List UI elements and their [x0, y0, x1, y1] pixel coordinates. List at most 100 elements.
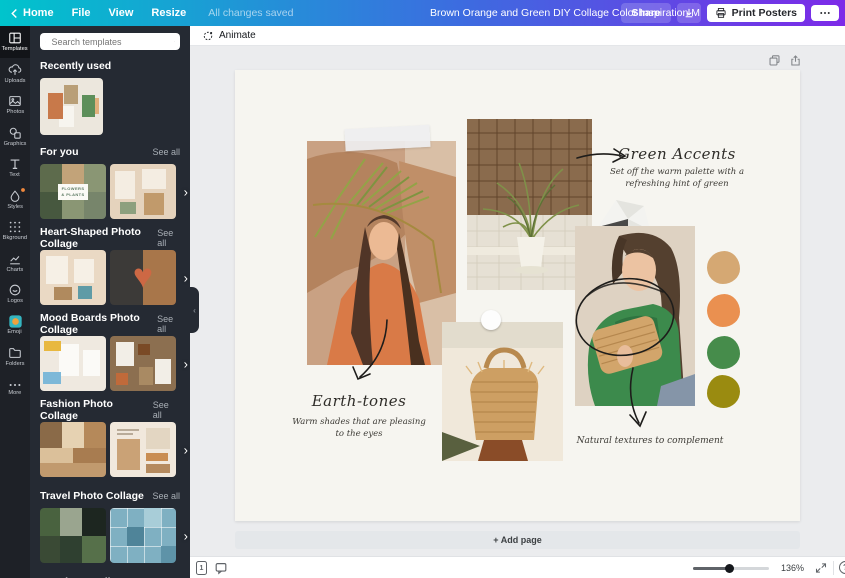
text-earth-tones-subtitle[interactable]: Warm shades that are pleasing to the eye…: [289, 416, 429, 441]
chevron-right-icon[interactable]: ›: [184, 184, 188, 199]
section-mood-boards: Mood Boards Photo Collage See all ›: [30, 318, 190, 391]
sidebar-item-templates[interactable]: Templates: [0, 26, 30, 58]
save-status: All changes saved: [208, 7, 293, 19]
panel-collapse-tab[interactable]: ‹: [190, 287, 199, 333]
see-all-link[interactable]: See all: [153, 400, 180, 420]
filter-icon[interactable]: [174, 36, 175, 47]
download-icon: [683, 7, 695, 19]
tape-sticker[interactable]: [344, 125, 430, 151]
section-title: Heart-Shaped Photo Collage: [40, 226, 157, 250]
design-canvas[interactable]: Green Accents Set off the warm palette w…: [235, 70, 800, 521]
animate-icon: [202, 30, 214, 42]
sidebar-item-photos[interactable]: Photos: [0, 89, 30, 121]
heart-icon: ♥: [133, 259, 153, 293]
sidebar-item-uploads[interactable]: Uploads: [0, 58, 30, 90]
sidebar-item-graphics[interactable]: Graphics: [0, 121, 30, 153]
file-menu[interactable]: File: [72, 7, 91, 19]
template-thumbnail[interactable]: [110, 508, 176, 563]
upload-cloud-icon: [8, 63, 22, 77]
template-thumbnail[interactable]: [110, 422, 176, 477]
back-chevron-icon: [10, 8, 19, 19]
view-menu[interactable]: View: [109, 7, 134, 19]
search-box[interactable]: [40, 33, 180, 50]
text-natural-textures[interactable]: Natural textures to complement: [560, 435, 740, 448]
page-indicator[interactable]: 1: [196, 561, 207, 575]
template-thumbnail[interactable]: [40, 336, 106, 391]
sidebar-item-emoji[interactable]: Emoji: [0, 310, 30, 342]
palette-dot-green[interactable]: [707, 336, 740, 369]
sidebar-item-charts[interactable]: Charts: [0, 247, 30, 279]
palette-dot-orange[interactable]: [707, 294, 740, 327]
help-button[interactable]: ?: [839, 561, 845, 574]
sidebar-item-label: Charts: [7, 267, 24, 273]
palette-dot-tan[interactable]: [707, 251, 740, 284]
template-thumbnail[interactable]: ♥: [110, 250, 176, 305]
sidebar-item-label: More: [8, 390, 21, 396]
home-button[interactable]: Home: [10, 7, 54, 19]
section-travel: Travel Photo Collage See all ›: [30, 490, 190, 563]
notification-dot: [21, 188, 25, 192]
text-green-accents-subtitle[interactable]: Set off the warm palette with a refreshi…: [602, 166, 752, 191]
sidebar-item-styles[interactable]: Styles: [0, 184, 30, 216]
sidebar-item-label: Emoji: [8, 329, 22, 335]
section-title: Mood Boards Photo Collage: [40, 312, 157, 336]
sidebar-item-text[interactable]: Text: [0, 152, 30, 184]
duplicate-page-icon[interactable]: [768, 54, 781, 67]
chevron-right-icon[interactable]: ›: [184, 528, 188, 543]
search-input[interactable]: [49, 36, 170, 48]
photo-woman-palm-leaf[interactable]: [307, 141, 456, 365]
text-green-accents-title[interactable]: Green Accents: [577, 145, 777, 163]
notes-icon[interactable]: [214, 561, 228, 575]
graphics-icon: [8, 126, 22, 140]
sidebar-item-background[interactable]: Bkground: [0, 215, 30, 247]
zoom-level[interactable]: 136%: [770, 563, 804, 573]
download-button[interactable]: [677, 3, 701, 23]
animate-button[interactable]: Animate: [198, 28, 260, 44]
print-posters-label: Print Posters: [732, 7, 797, 19]
folder-icon: [8, 346, 22, 360]
template-thumbnail[interactable]: [40, 422, 106, 477]
round-sticker[interactable]: [481, 310, 501, 330]
palette-dot-olive[interactable]: [707, 375, 740, 408]
print-posters-button[interactable]: Print Posters: [707, 4, 805, 22]
templates-panel: Recently used For you See all FLOWERS & …: [30, 26, 190, 578]
divider: [833, 561, 834, 575]
add-page-button[interactable]: + Add page: [235, 531, 800, 549]
more-icon: [8, 381, 22, 389]
sidebar-item-label: Photos: [6, 109, 24, 115]
template-thumbnail[interactable]: [110, 336, 176, 391]
template-thumbnail[interactable]: FLOWERS & PLANTS: [40, 164, 106, 219]
sidebar-item-label: Bkground: [3, 235, 27, 241]
see-all-link[interactable]: See all: [157, 228, 180, 248]
sidebar-item-logos[interactable]: Logos: [0, 278, 30, 310]
fullscreen-icon[interactable]: [815, 562, 827, 574]
chevron-right-icon[interactable]: ›: [184, 270, 188, 285]
zoom-slider[interactable]: [693, 567, 769, 570]
home-label: Home: [23, 7, 54, 19]
sidebar-item-label: Graphics: [4, 141, 27, 147]
photo-woman-green-blouse[interactable]: [575, 226, 695, 406]
more-options-button[interactable]: [811, 5, 839, 21]
see-all-link[interactable]: See all: [152, 491, 180, 501]
sidebar-item-label: Styles: [7, 204, 23, 210]
templates-icon: [8, 31, 22, 45]
template-thumbnail[interactable]: [40, 508, 106, 563]
see-all-link[interactable]: See all: [157, 314, 180, 334]
template-thumbnail[interactable]: [40, 250, 106, 305]
sidebar-item-label: Templates: [2, 46, 28, 52]
photo-straw-basket[interactable]: [442, 322, 563, 461]
text-earth-tones-title[interactable]: Earth-tones: [279, 392, 439, 410]
export-page-icon[interactable]: [789, 54, 802, 67]
zoom-slider-handle[interactable]: [725, 564, 734, 573]
see-all-link[interactable]: See all: [152, 147, 180, 157]
chevron-right-icon[interactable]: ›: [184, 442, 188, 457]
sidebar-item-folders[interactable]: Folders: [0, 341, 30, 373]
resize-menu[interactable]: Resize: [151, 7, 186, 19]
photo-palm-plant[interactable]: [467, 119, 592, 290]
sidebar-item-more[interactable]: More: [0, 373, 30, 405]
template-thumbnail[interactable]: [110, 164, 176, 219]
section-title: Recently used: [40, 60, 111, 72]
chevron-right-icon[interactable]: ›: [184, 356, 188, 371]
share-button[interactable]: Share: [621, 3, 670, 23]
template-thumbnail-recent[interactable]: [40, 78, 103, 135]
